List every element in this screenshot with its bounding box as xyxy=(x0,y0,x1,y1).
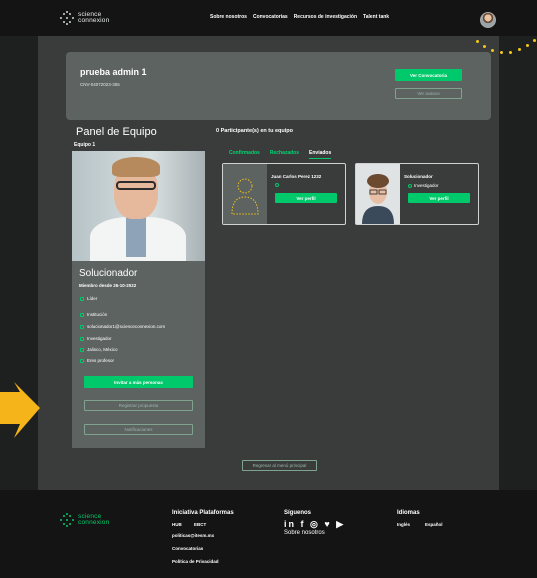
footer-follow-title: Síguenos xyxy=(284,510,312,516)
building-icon xyxy=(80,312,84,317)
footer-privacy-link[interactable]: Política de Privacidad xyxy=(172,559,219,564)
profile-card: Solucionador Miembro desde 26-10-2022 Lí… xyxy=(72,151,205,448)
view-progress-button[interactable]: Ver avance xyxy=(395,88,462,99)
tab-rechazados[interactable]: Rechazados xyxy=(270,150,299,159)
top-navbar: science connexion Sobre nosotros Convoca… xyxy=(0,0,537,36)
call-header-card: prueba admin 1 CNV-04072023-355 Ver Conv… xyxy=(66,52,491,120)
profile-location: Jalisco, México xyxy=(80,347,118,352)
register-proposal-button[interactable]: Registrar propuesta xyxy=(84,400,193,411)
location-pin-icon xyxy=(80,347,84,352)
brand-text: science connexion xyxy=(78,11,110,24)
view-profile-button[interactable]: Ver perfil xyxy=(275,193,337,203)
main-nav: Sobre nosotros Convocatorias Recursos de… xyxy=(210,14,389,20)
call-code: CNV-04072023-355 xyxy=(80,82,120,87)
brand-logo[interactable]: science connexion xyxy=(60,11,109,25)
user-placeholder-icon xyxy=(231,178,259,215)
placeholder-avatar xyxy=(223,164,267,224)
page-title: Panel de Equipo xyxy=(76,126,157,138)
tab-enviados[interactable]: Enviados xyxy=(309,150,332,159)
member-photo xyxy=(356,164,400,224)
footer-hub-link[interactable]: HUB xyxy=(172,522,182,527)
social-icons[interactable]: in f ◎ ♥ ▶ xyxy=(284,519,345,530)
member-card-1: Juan Carlos Perez 1232 Ver perfil xyxy=(222,163,346,225)
profile-type: Investigador xyxy=(80,336,112,341)
return-main-menu-button[interactable]: Regresar al menú principal xyxy=(242,460,317,471)
nav-talent-tank[interactable]: Talent tank xyxy=(363,14,389,20)
footer-calls-link[interactable]: Convocatorias xyxy=(172,546,203,551)
profile-teacher: Eres profesor xyxy=(80,358,114,363)
member-portrait xyxy=(356,164,400,224)
molecule-logo-icon xyxy=(60,11,74,25)
invite-button[interactable]: Invitar a más personas xyxy=(84,376,193,388)
member-role xyxy=(275,183,281,187)
profile-email: solucionador1@scienceconnexion.com xyxy=(80,324,165,329)
participant-tabs: Confirmados Rechazados Enviados xyxy=(229,150,332,159)
nav-sobre-nosotros[interactable]: Sobre nosotros xyxy=(210,14,247,20)
footer: science connexion Iniciativa Plataformas… xyxy=(0,490,537,578)
footer-email-link[interactable]: politicas@itesm.mx xyxy=(172,533,214,538)
notifications-button[interactable]: Notificaciones xyxy=(84,424,193,435)
profile-institution: Institución xyxy=(80,312,107,317)
footer-ebct-link[interactable]: EBCT xyxy=(194,522,206,527)
view-call-button[interactable]: Ver Convocatoria xyxy=(395,69,462,81)
nav-convocatorias[interactable]: Convocatorias xyxy=(253,14,288,20)
profile-role: Solucionador xyxy=(79,268,138,279)
mail-icon xyxy=(80,324,84,329)
language-spanish[interactable]: Español xyxy=(425,522,443,527)
call-title: prueba admin 1 xyxy=(80,67,147,77)
molecule-logo-icon xyxy=(60,513,74,527)
brand-text: science connexion xyxy=(78,513,110,526)
user-avatar[interactable] xyxy=(480,12,496,28)
tab-confirmados[interactable]: Confirmados xyxy=(229,150,260,159)
footer-about-link[interactable]: Sobre nosotros xyxy=(284,530,325,536)
footer-logo[interactable]: science connexion xyxy=(60,513,109,527)
view-profile-button[interactable]: Ver perfil xyxy=(408,193,470,203)
participants-count: 0 Participante(s) en tu equipo xyxy=(216,128,294,134)
star-icon xyxy=(80,296,84,301)
nav-recursos[interactable]: Recursos de investigación xyxy=(294,14,357,20)
member-card-2: Solucionador Investigador Ver perfil xyxy=(355,163,479,225)
member-name: Juan Carlos Perez 1232 xyxy=(271,174,322,179)
language-english[interactable]: Inglés xyxy=(397,522,410,527)
member-name: Solucionador xyxy=(404,174,433,179)
decorative-arrow-icon xyxy=(0,382,40,438)
user-icon xyxy=(80,336,84,341)
member-role: Investigador xyxy=(408,183,439,188)
footer-initiative-title: Iniciativa Plataformas xyxy=(172,510,234,516)
member-since: Miembro desde 26-10-2022 xyxy=(79,283,137,288)
graduation-cap-icon xyxy=(80,358,84,363)
team-name: Equipo 1 xyxy=(74,142,96,148)
footer-languages-title: Idiomas xyxy=(397,510,420,516)
profile-leader: Líder xyxy=(80,296,97,301)
user-icon xyxy=(408,183,412,188)
profile-photo xyxy=(72,151,205,261)
user-icon xyxy=(275,183,279,187)
